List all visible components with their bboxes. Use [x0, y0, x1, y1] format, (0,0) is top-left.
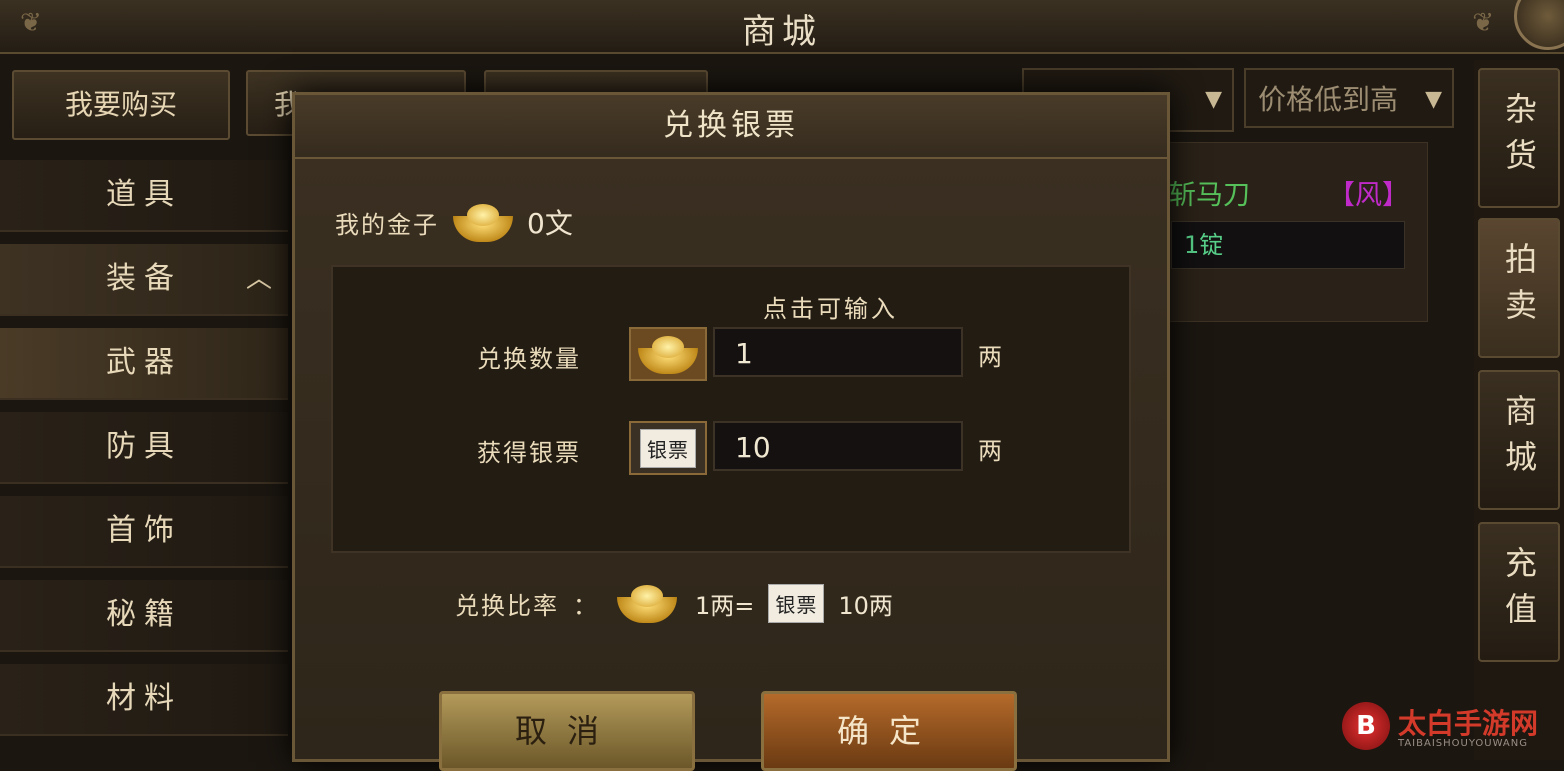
- chevron-up-icon: ︿: [246, 264, 273, 294]
- menu-item-manual[interactable]: 秘籍: [0, 580, 288, 652]
- obtain-row: 获得银票 银票 10 两: [333, 421, 1129, 475]
- item-card[interactable]: 斩马刀 【风】 1锭: [1160, 142, 1428, 322]
- unit-label: 两: [978, 437, 1002, 465]
- watermark-subtext: TAIBAISHOUYOUWANG: [1398, 738, 1528, 749]
- menu-item-equipment-label: 装备: [106, 261, 182, 296]
- input-hint: 点击可输入: [763, 295, 898, 323]
- tab-buy[interactable]: 我要购买: [12, 70, 230, 140]
- obtain-value-field[interactable]: 10: [713, 421, 963, 471]
- page-title: 商城: [742, 12, 822, 52]
- watermark: B 太白手游网 TAIBAISHOUYOUWANG: [1340, 700, 1562, 756]
- menu-item-props[interactable]: 道具: [0, 160, 288, 232]
- menu-item-jewelry[interactable]: 首饰: [0, 496, 288, 568]
- exchange-amount-row: 兑换数量 1 两: [333, 327, 1129, 381]
- gold-ingot-icon: [629, 327, 707, 381]
- confirm-button[interactable]: 确定: [761, 691, 1017, 771]
- gold-ingot-icon: [449, 200, 517, 244]
- exchange-panel: 点击可输入 兑换数量 1 两 获得银票 银票 10 两: [331, 265, 1131, 553]
- item-price: 1锭: [1171, 221, 1405, 269]
- exchange-ratio-row: 兑换比率 ： 1两= 银票 10两: [455, 581, 893, 625]
- silver-note-icon: 银票: [629, 421, 707, 475]
- menu-item-material[interactable]: 材料: [0, 664, 288, 736]
- dialog-title: 兑换银票: [295, 95, 1167, 159]
- menu-item-weapon[interactable]: 武器: [0, 328, 288, 400]
- my-gold-row: 我的金子 0文: [335, 195, 573, 249]
- ratio-left: 1两=: [695, 591, 755, 620]
- tab-recharge[interactable]: 充值: [1478, 522, 1560, 662]
- silver-note-text: 银票: [640, 428, 696, 468]
- sort-dropdown[interactable]: 价格低到高 ▼: [1244, 68, 1454, 128]
- item-name: 斩马刀: [1169, 180, 1250, 211]
- unit-label: 两: [978, 343, 1002, 371]
- tab-goods[interactable]: 杂货: [1478, 68, 1560, 208]
- watermark-logo-icon: B: [1342, 702, 1390, 750]
- ratio-right: 10两: [838, 591, 893, 620]
- tab-auction[interactable]: 拍卖: [1478, 218, 1560, 358]
- title-bar: ❦ 商城 ❦: [0, 0, 1564, 54]
- gold-ingot-icon: [613, 581, 681, 625]
- exchange-amount-label: 兑换数量: [477, 345, 581, 373]
- menu-item-equipment[interactable]: 装备 ︿: [0, 244, 288, 316]
- tab-mall[interactable]: 商城: [1478, 370, 1560, 510]
- ornament-right-icon: ❦: [1472, 8, 1494, 38]
- menu-item-armor[interactable]: 防具: [0, 412, 288, 484]
- my-gold-label: 我的金子: [335, 210, 439, 239]
- my-gold-value: 0文: [527, 207, 573, 240]
- ratio-colon: ：: [573, 591, 599, 620]
- silver-note-icon: 银票: [768, 583, 825, 623]
- chevron-down-icon: ▼: [1425, 87, 1442, 112]
- ratio-label: 兑换比率: [455, 591, 559, 620]
- exchange-dialog: 兑换银票 我的金子 0文 点击可输入 兑换数量 1 两 获得银票 银票 10 两…: [292, 92, 1170, 771]
- sort-dropdown-label: 价格低到高: [1258, 83, 1399, 116]
- chevron-down-icon: ▼: [1205, 87, 1222, 112]
- item-tag: 【风】: [1328, 180, 1409, 211]
- exchange-amount-input[interactable]: 1: [713, 327, 963, 377]
- obtain-label: 获得银票: [477, 439, 581, 467]
- watermark-text: 太白手游网: [1398, 707, 1539, 740]
- cancel-button[interactable]: 取消: [439, 691, 695, 771]
- right-sidebar: 杂货 拍卖 商城 充值: [1474, 60, 1564, 760]
